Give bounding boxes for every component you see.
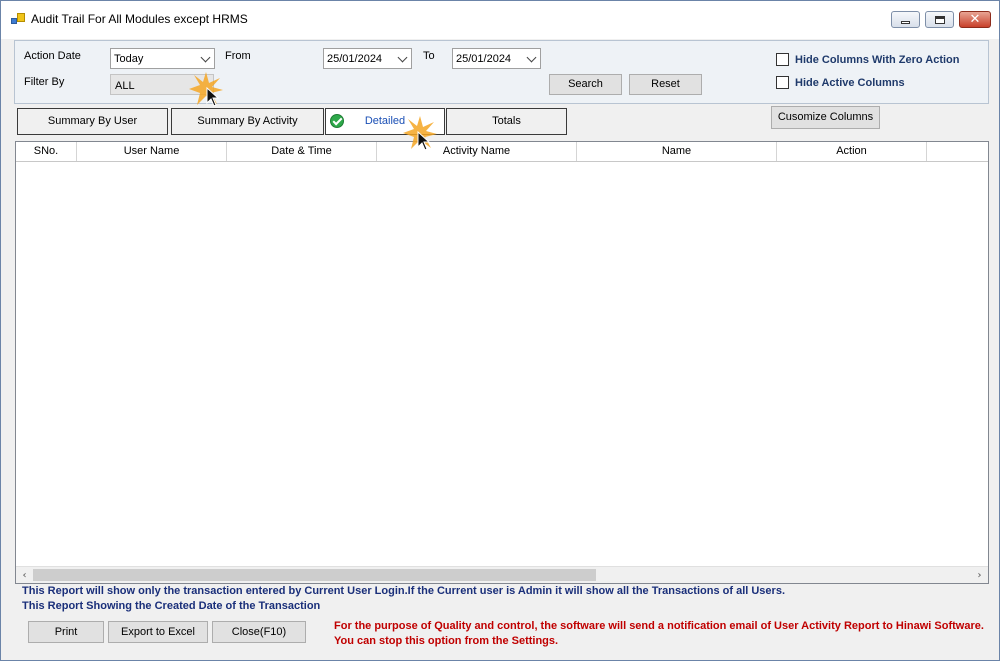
close-f10-button[interactable]: Close(F10) — [212, 621, 306, 643]
from-label: From — [225, 50, 251, 62]
to-date-picker[interactable]: 25/01/2024 — [452, 48, 541, 69]
grid-header: SNo. User Name Date & Time Activity Name… — [16, 142, 988, 162]
close-icon: ✕ — [969, 12, 981, 27]
action-date-label: Action Date — [24, 50, 81, 62]
notification-notice: For the purpose of Quality and control, … — [334, 620, 984, 647]
chevron-down-icon — [202, 54, 210, 62]
hide-active-columns-checkbox[interactable]: Hide Active Columns — [776, 76, 905, 89]
minimize-icon — [901, 21, 910, 24]
app-icon — [11, 13, 25, 27]
hide-zero-action-label: Hide Columns With Zero Action — [795, 53, 960, 66]
print-button[interactable]: Print — [28, 621, 104, 643]
check-icon — [330, 114, 344, 128]
to-date-value: 25/01/2024 — [456, 53, 512, 65]
search-button[interactable]: Search — [549, 74, 622, 95]
filter-by-value: ALL — [115, 80, 135, 92]
export-to-excel-button[interactable]: Export to Excel — [108, 621, 208, 643]
action-date-dropdown[interactable]: Today — [110, 48, 215, 69]
info-line-2: This Report Showing the Created Date of … — [22, 600, 321, 612]
from-date-value: 25/01/2024 — [327, 53, 383, 65]
checkbox-box[interactable] — [776, 53, 789, 66]
close-window-button[interactable]: ✕ — [959, 11, 991, 28]
title-bar: Audit Trail For All Modules except HRMS … — [1, 1, 999, 39]
filter-by-label: Filter By — [24, 76, 65, 88]
mouse-pointer-icon — [417, 131, 431, 151]
action-date-value: Today — [114, 53, 144, 65]
maximize-button[interactable] — [925, 11, 954, 28]
to-label: To — [423, 50, 435, 62]
minimize-button[interactable] — [891, 11, 920, 28]
tab-summary-by-activity[interactable]: Summary By Activity — [171, 108, 324, 135]
maximize-icon — [934, 15, 945, 24]
audit-trail-window: Audit Trail For All Modules except HRMS … — [0, 0, 1000, 661]
column-header-user-name[interactable]: User Name — [77, 142, 227, 161]
checkbox-box[interactable] — [776, 76, 789, 89]
scroll-left-icon[interactable]: ‹ — [17, 568, 32, 583]
audit-grid[interactable]: SNo. User Name Date & Time Activity Name… — [15, 141, 989, 584]
hide-active-columns-label: Hide Active Columns — [795, 76, 905, 89]
customize-columns-button[interactable]: Cusomize Columns — [771, 106, 880, 129]
chevron-down-icon — [399, 54, 407, 62]
from-date-picker[interactable]: 25/01/2024 — [323, 48, 412, 69]
column-header-date-time[interactable]: Date & Time — [227, 142, 377, 161]
mouse-pointer-icon — [206, 87, 220, 107]
window-title: Audit Trail For All Modules except HRMS — [31, 12, 248, 26]
tab-detailed-label: Detailed — [364, 115, 406, 127]
hide-zero-action-checkbox[interactable]: Hide Columns With Zero Action — [776, 53, 960, 66]
tab-summary-by-user[interactable]: Summary By User — [17, 108, 168, 135]
column-header-action[interactable]: Action — [777, 142, 927, 161]
horizontal-scrollbar[interactable]: ‹ › — [16, 566, 988, 583]
scrollbar-thumb[interactable] — [33, 569, 596, 581]
chevron-down-icon — [528, 54, 536, 62]
reset-button[interactable]: Reset — [629, 74, 702, 95]
scroll-right-icon[interactable]: › — [972, 568, 987, 583]
info-line-1: This Report will show only the transacti… — [22, 585, 786, 597]
tab-totals[interactable]: Totals — [446, 108, 567, 135]
column-header-name[interactable]: Name — [577, 142, 777, 161]
column-header-sno[interactable]: SNo. — [16, 142, 77, 161]
